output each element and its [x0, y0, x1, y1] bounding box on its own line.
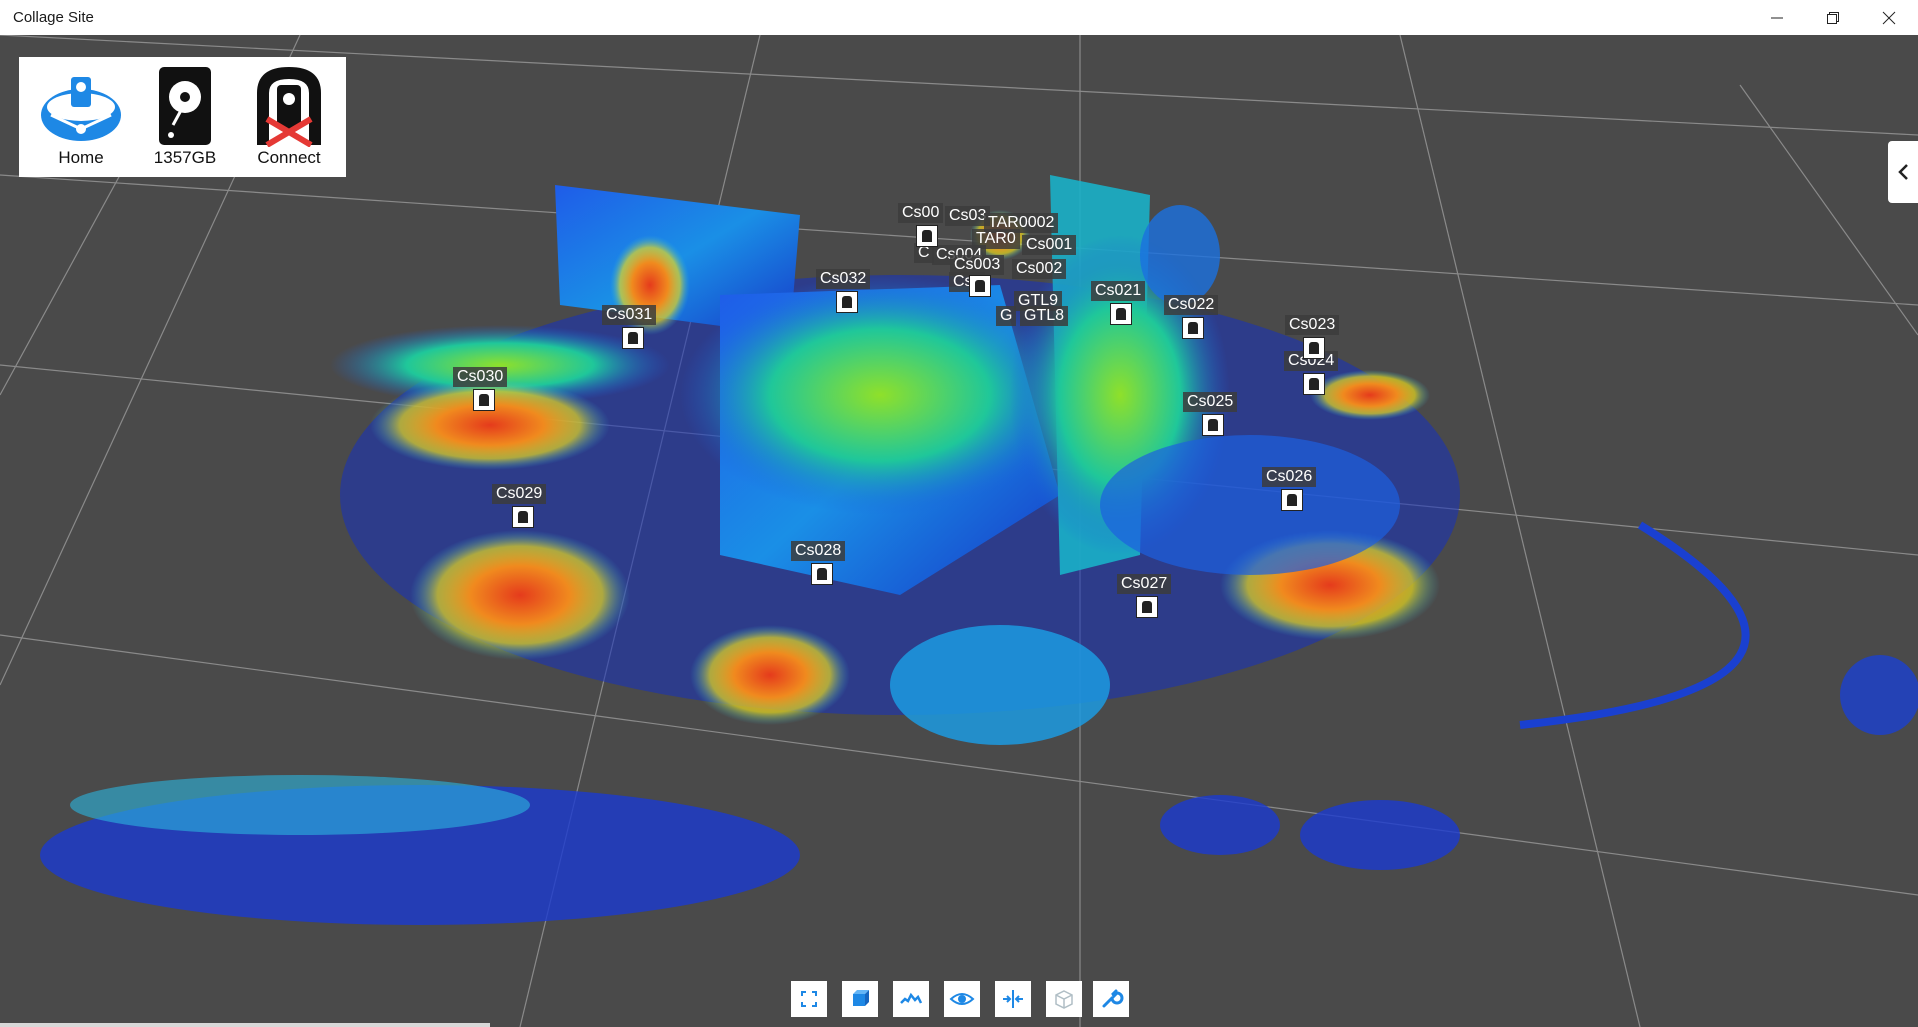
- scan-station-icon[interactable]: [1303, 337, 1325, 359]
- scan-label[interactable]: Cs021: [1091, 281, 1146, 301]
- scan-label[interactable]: Cs022: [1164, 295, 1219, 315]
- split-view-button[interactable]: [995, 981, 1031, 1017]
- scan-label[interactable]: Cs025: [1183, 392, 1238, 412]
- scan-station-icon[interactable]: [916, 225, 938, 247]
- eye-icon: [949, 993, 975, 1005]
- fit-view-icon: [801, 991, 817, 1007]
- connect-label: Connect: [257, 148, 321, 167]
- scan-station-icon[interactable]: [1182, 317, 1204, 339]
- visibility-button[interactable]: [944, 981, 980, 1017]
- window-title: Collage Site: [13, 9, 94, 26]
- scan-station-icon[interactable]: [1303, 373, 1325, 395]
- scan-station-icon[interactable]: [512, 506, 534, 528]
- storage-indicator: 1357GB: [135, 57, 235, 177]
- scan-station-icon[interactable]: [1281, 489, 1303, 511]
- home-icon: [41, 77, 121, 141]
- scan-label[interactable]: Cs030: [453, 367, 508, 387]
- split-view-icon: [1003, 990, 1023, 1008]
- scan-label[interactable]: Cs029: [492, 484, 547, 504]
- point-cloud-icon: [900, 992, 923, 1004]
- scan-station-icon[interactable]: [1136, 596, 1158, 618]
- close-icon: [1882, 11, 1896, 24]
- cube-view-button[interactable]: [842, 981, 878, 1017]
- point-cloud-scene: [0, 35, 1918, 1027]
- scan-label[interactable]: Cs032: [816, 269, 871, 289]
- scan-label[interactable]: Cs031: [602, 305, 657, 325]
- restore-button[interactable]: [1805, 0, 1861, 35]
- hard-drive-icon: [159, 67, 211, 145]
- minimize-button[interactable]: [1749, 0, 1805, 35]
- scan-station-icon[interactable]: [836, 291, 858, 313]
- connect-button[interactable]: Connect: [239, 57, 339, 177]
- scan-station-icon[interactable]: [1202, 414, 1224, 436]
- scan-label[interactable]: Cs001: [1022, 235, 1077, 255]
- point-cloud-button[interactable]: [893, 981, 929, 1017]
- close-button[interactable]: [1861, 0, 1917, 35]
- scan-label[interactable]: G: [996, 306, 1017, 326]
- minimize-icon: [1771, 17, 1783, 18]
- scan-label[interactable]: Cs027: [1117, 574, 1172, 594]
- status-panel: Home 1357GB Connect: [19, 57, 346, 177]
- chevron-left-icon: [1898, 164, 1908, 180]
- storage-label: 1357GB: [153, 148, 217, 167]
- scan-station-icon[interactable]: [622, 327, 644, 349]
- scan-station-icon[interactable]: [473, 389, 495, 411]
- point-cloud-viewport[interactable]: Cs00 Cs03 TAR0002 TAR0 Cs001 C Cs004 Cs0…: [0, 35, 1918, 1027]
- scan-station-icon[interactable]: [811, 563, 833, 585]
- title-bar: Collage Site: [0, 0, 1918, 35]
- scan-label[interactable]: Cs023: [1285, 315, 1340, 335]
- home-label: Home: [58, 148, 104, 167]
- box-icon: [1055, 990, 1073, 1009]
- restore-icon: [1827, 11, 1839, 24]
- scan-label[interactable]: Cs00: [898, 203, 944, 223]
- wrench-icon: [1102, 989, 1124, 1008]
- home-button[interactable]: Home: [31, 57, 131, 177]
- scan-station-icon[interactable]: [969, 275, 991, 297]
- box-button[interactable]: [1046, 981, 1082, 1017]
- scan-label[interactable]: Cs026: [1262, 467, 1317, 487]
- scanner-disconnected-icon: [257, 67, 321, 147]
- scan-station-icon[interactable]: [1110, 303, 1132, 325]
- cube-view-icon: [853, 990, 869, 1006]
- scan-label[interactable]: Cs002: [1012, 259, 1067, 279]
- side-panel-toggle[interactable]: [1888, 141, 1918, 203]
- fit-view-button[interactable]: [791, 981, 827, 1017]
- settings-button[interactable]: [1093, 981, 1129, 1017]
- horizontal-scrollbar[interactable]: [0, 1023, 490, 1027]
- scan-label[interactable]: Cs028: [791, 541, 846, 561]
- scan-label[interactable]: GTL8: [1020, 306, 1069, 326]
